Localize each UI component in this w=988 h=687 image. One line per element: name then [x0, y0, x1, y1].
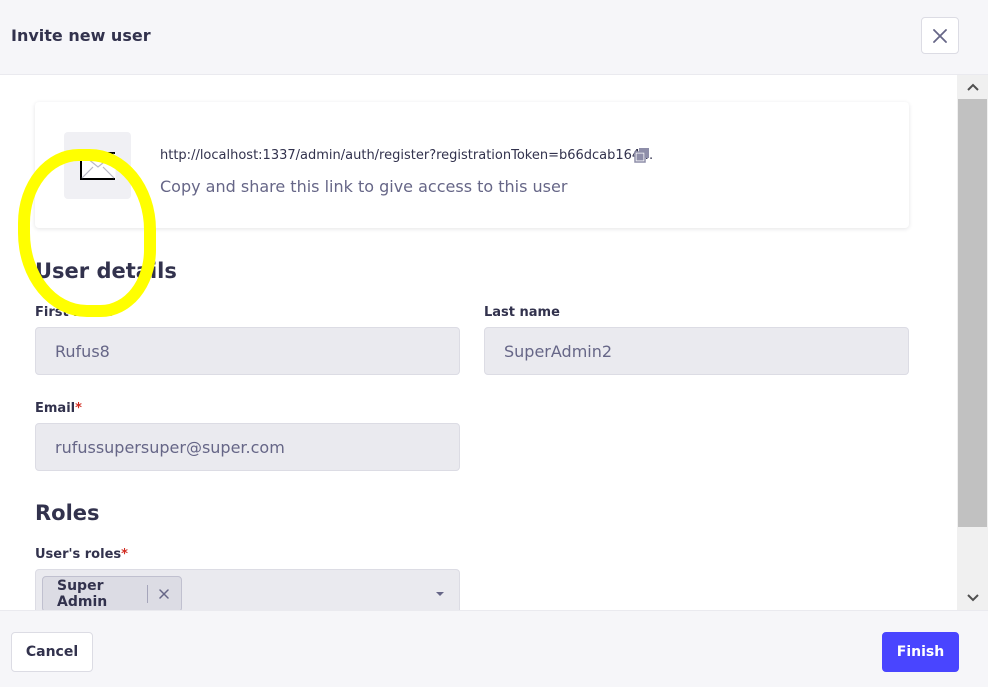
close-icon [159, 589, 170, 599]
role-tag: Super Admin [42, 576, 182, 610]
chevron-down-icon [966, 594, 979, 602]
first-name-input[interactable] [35, 327, 460, 375]
required-asterisk: * [121, 547, 128, 562]
chevron-up-icon [966, 83, 979, 91]
invite-link-url[interactable]: http://localhost:1337/admin/auth/registe… [160, 148, 653, 163]
caret-down-icon[interactable] [434, 588, 446, 600]
scroll-down-arrow[interactable] [957, 586, 988, 610]
last-name-input[interactable] [484, 327, 909, 375]
invite-user-modal: Invite new user http://localhost:1337/ad… [0, 0, 988, 687]
close-button[interactable] [921, 17, 959, 54]
role-tag-label: Super Admin [57, 578, 108, 610]
copy-icon[interactable] [634, 147, 650, 163]
vertical-scrollbar[interactable] [957, 75, 988, 610]
modal-title: Invite new user [11, 26, 151, 45]
modal-header: Invite new user [0, 0, 988, 75]
modal-footer: Cancel Finish [0, 610, 988, 687]
email-label: Email* [35, 401, 82, 416]
yellow-highlight-annotation [18, 149, 156, 317]
close-icon [933, 28, 947, 43]
scroll-up-arrow[interactable] [957, 75, 988, 99]
scrollbar-thumb[interactable] [958, 99, 987, 527]
remove-role-button[interactable] [148, 577, 181, 610]
invite-link-hint: Copy and share this link to give access … [160, 177, 568, 196]
invite-link-card: http://localhost:1337/admin/auth/registe… [35, 102, 909, 228]
roles-heading: Roles [35, 501, 100, 525]
cancel-button[interactable]: Cancel [11, 632, 93, 672]
roles-label: User's roles* [35, 547, 128, 562]
last-name-label: Last name [484, 305, 560, 320]
modal-body[interactable]: http://localhost:1337/admin/auth/registe… [0, 75, 957, 610]
roles-select[interactable]: Super Admin [35, 569, 460, 610]
required-asterisk: * [75, 401, 82, 416]
finish-button[interactable]: Finish [882, 632, 959, 672]
email-input[interactable] [35, 423, 460, 471]
